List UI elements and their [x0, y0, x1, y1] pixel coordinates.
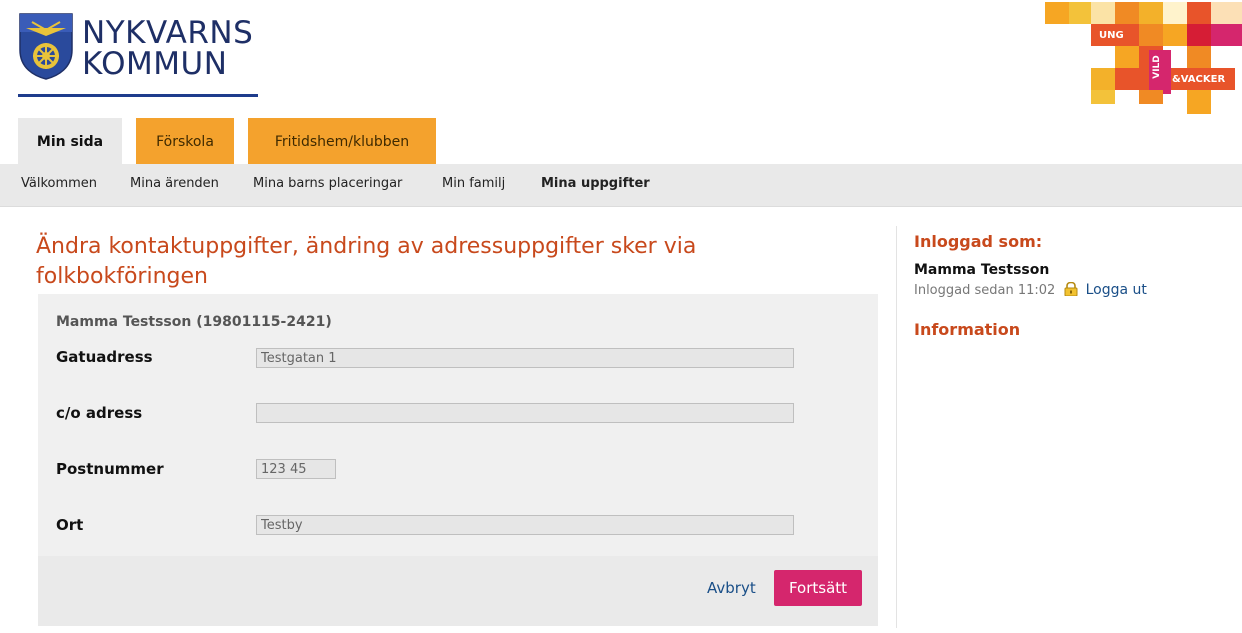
ung-vild-vacker-logo: UNG VILD &VACKER	[1045, 2, 1242, 114]
logout-link[interactable]: Logga ut	[1086, 282, 1147, 298]
subnav-item-valkommen[interactable]: Välkommen	[21, 176, 97, 191]
lock-icon	[1064, 282, 1078, 296]
city-input[interactable]	[256, 515, 794, 535]
continue-button[interactable]: Fortsätt	[774, 570, 862, 606]
page-header: NYKVARNS KOMMUN UNG VILD &VACKER	[0, 0, 1242, 118]
brand-text-vild: VILD	[1151, 55, 1162, 79]
form-actions: Avbryt Fortsätt	[38, 556, 878, 626]
cancel-link[interactable]: Avbryt	[707, 579, 756, 597]
co-address-input[interactable]	[256, 403, 794, 423]
co-address-label: c/o adress	[56, 404, 143, 422]
contact-form: Mamma Testsson (19801115-2421) Gatuadres…	[38, 294, 878, 556]
subnav-item-mina-uppgifter[interactable]: Mina uppgifter	[541, 176, 650, 191]
brand-text-vacker: &VACKER	[1172, 74, 1226, 85]
street-address-label: Gatuadress	[56, 348, 153, 366]
logo-underline	[18, 94, 258, 97]
logo-wordmark: NYKVARNS KOMMUN	[82, 18, 253, 80]
sub-navigation: Välkommen Mina ärenden Mina barns placer…	[0, 164, 1242, 207]
municipality-logo[interactable]: NYKVARNS KOMMUN	[18, 12, 258, 98]
subnav-item-min-familj[interactable]: Min familj	[442, 176, 505, 191]
column-divider	[896, 226, 897, 628]
postcode-label: Postnummer	[56, 460, 164, 478]
page-title: Ändra kontaktuppgifter, ändring av adres…	[36, 234, 697, 289]
coat-of-arms-icon	[19, 13, 73, 80]
brand-text-ung: UNG	[1099, 30, 1124, 41]
tab-fritidshem-klubben[interactable]: Fritidshem/klubben	[248, 118, 436, 164]
subnav-item-mina-barns-placeringar[interactable]: Mina barns placeringar	[253, 176, 402, 191]
logged-in-heading: Inloggad som:	[914, 232, 1043, 251]
logged-in-since: Inloggad sedan 11:02	[914, 283, 1056, 298]
logo-line-2: KOMMUN	[82, 46, 228, 82]
tab-min-sida[interactable]: Min sida	[18, 118, 122, 164]
city-label: Ort	[56, 516, 84, 534]
main-content: Ändra kontaktuppgifter, ändring av adres…	[18, 222, 886, 633]
subnav-item-mina-arenden[interactable]: Mina ärenden	[130, 176, 219, 191]
street-address-input[interactable]	[256, 348, 794, 368]
session-info: Inloggad sedan 11:02 Logga ut	[914, 282, 1147, 298]
logged-in-user-name: Mamma Testsson	[914, 262, 1050, 278]
logo-line-1: NYKVARNS	[82, 15, 254, 51]
person-name-id: Mamma Testsson (19801115-2421)	[56, 314, 332, 330]
postcode-input[interactable]	[256, 459, 336, 479]
tab-forskola[interactable]: Förskola	[136, 118, 234, 164]
information-heading: Information	[914, 320, 1021, 339]
